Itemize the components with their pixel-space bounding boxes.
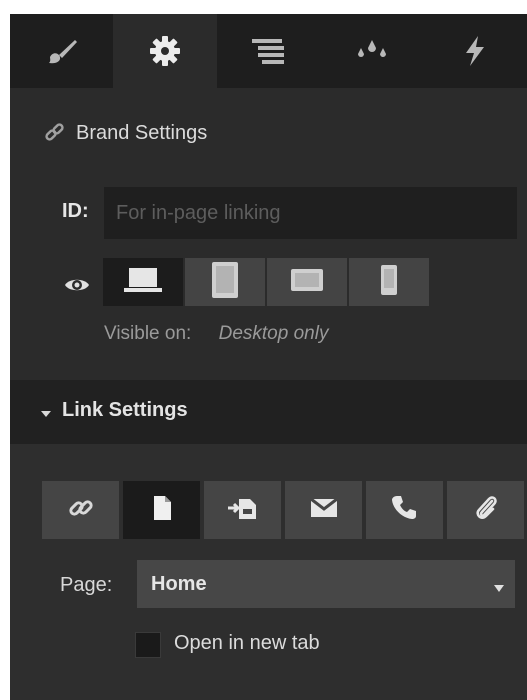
id-label: ID: xyxy=(62,200,89,222)
visible-on-value: Desktop only xyxy=(218,323,329,344)
brand-settings-heading: Brand Settings xyxy=(44,118,207,148)
tablet-portrait-icon xyxy=(209,260,241,305)
chevron-down-icon xyxy=(493,580,505,598)
tab-style[interactable] xyxy=(10,14,113,88)
page-select-value: Home xyxy=(151,573,207,595)
settings-panel: Brand Settings ID: For in-page linking V… xyxy=(10,14,527,700)
eye-icon xyxy=(64,276,90,299)
link-type-email-button[interactable] xyxy=(285,481,362,539)
tab-interactions[interactable] xyxy=(424,14,527,88)
page-section-icon xyxy=(226,494,260,527)
tab-layers[interactable] xyxy=(217,14,320,88)
link-icon xyxy=(67,494,95,527)
paintbrush-icon xyxy=(42,35,82,67)
link-settings-header[interactable]: Link Settings xyxy=(10,380,527,444)
tab-bar xyxy=(10,14,527,88)
laptop-icon xyxy=(121,264,165,301)
link-settings-title: Link Settings xyxy=(62,399,188,421)
link-chain-icon xyxy=(44,122,66,144)
id-input[interactable] xyxy=(104,187,517,239)
caret-down-icon xyxy=(40,406,52,424)
email-icon xyxy=(309,496,339,525)
link-type-page-button[interactable] xyxy=(123,481,200,539)
phone-icon xyxy=(391,494,419,527)
droplets-icon xyxy=(352,36,392,66)
page-icon xyxy=(150,494,174,527)
link-type-phone-button[interactable] xyxy=(366,481,443,539)
device-tablet-landscape-button[interactable] xyxy=(267,258,347,306)
link-type-file-button[interactable] xyxy=(447,481,524,539)
page-label: Page: xyxy=(60,574,113,596)
brand-settings-title: Brand Settings xyxy=(76,121,208,144)
tablet-landscape-icon xyxy=(287,264,327,301)
device-desktop-button[interactable] xyxy=(103,258,183,306)
open-new-tab-label[interactable]: Open in new tab xyxy=(174,632,320,655)
lightning-icon xyxy=(460,34,490,68)
page-select[interactable]: Home xyxy=(137,560,515,608)
device-tablet-portrait-button[interactable] xyxy=(185,258,265,306)
phone-device-icon xyxy=(376,262,402,303)
tab-effects[interactable] xyxy=(320,14,423,88)
tab-settings[interactable] xyxy=(113,14,217,88)
layers-icon xyxy=(248,36,288,66)
gear-icon xyxy=(147,33,183,69)
visibility-summary: Visible on: Desktop only xyxy=(104,323,328,345)
visible-on-label: Visible on: xyxy=(104,323,192,344)
open-new-tab-checkbox[interactable] xyxy=(135,632,161,658)
link-type-url-button[interactable] xyxy=(42,481,119,539)
link-type-section-button[interactable] xyxy=(204,481,281,539)
link-type-buttons xyxy=(42,481,524,539)
paperclip-icon xyxy=(473,493,499,528)
device-visibility-toggles xyxy=(103,258,429,306)
device-phone-button[interactable] xyxy=(349,258,429,306)
